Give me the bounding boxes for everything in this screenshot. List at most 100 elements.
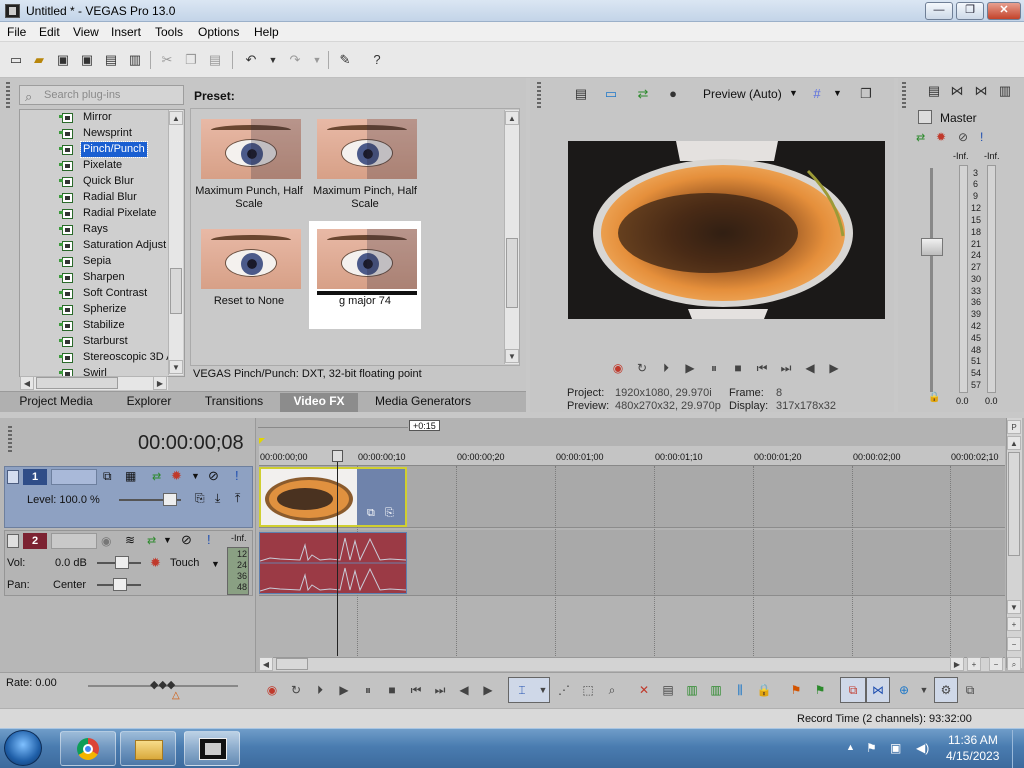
- track-routing-icon[interactable]: ⇄: [147, 534, 156, 547]
- event-pan-crop-icon[interactable]: ⧉: [367, 507, 375, 520]
- scroll-up-arrow[interactable]: ▲: [505, 111, 519, 125]
- go-to-end-button[interactable]: ⏭: [432, 682, 448, 698]
- hscrollbar-thumb[interactable]: [276, 658, 308, 670]
- close-button[interactable]: ✕: [987, 2, 1021, 20]
- invert-phase-icon[interactable]: ≋: [125, 533, 135, 547]
- meters-icon[interactable]: ▥: [996, 82, 1014, 100]
- audio-event-clip[interactable]: [259, 532, 407, 594]
- undo-dropdown-icon[interactable]: ▼: [264, 51, 282, 69]
- taskbar-explorer[interactable]: [120, 731, 176, 766]
- maximize-button[interactable]: ❐: [956, 2, 984, 20]
- plugin-item[interactable]: Sharpen: [20, 270, 170, 286]
- go-to-end-button[interactable]: ⏭: [778, 360, 794, 376]
- preset-thumbnail[interactable]: Reset to None: [193, 221, 305, 325]
- chevron-down-icon[interactable]: ▼: [211, 559, 220, 569]
- menu-insert[interactable]: Insert: [111, 25, 141, 39]
- timeline-options-icon[interactable]: P: [1007, 420, 1021, 434]
- track-routing-icon[interactable]: ⇄: [152, 470, 161, 483]
- loop-playback-button[interactable]: ↻: [634, 360, 650, 376]
- play-button[interactable]: ▶: [336, 682, 352, 698]
- track-fx-bypass-icon[interactable]: ⎘: [195, 491, 205, 506]
- track-name-field[interactable]: [51, 533, 97, 549]
- zoom-tool-icon[interactable]: ⌕: [1007, 657, 1021, 671]
- clock-time[interactable]: 11:36 AM: [948, 733, 998, 747]
- previous-frame-button[interactable]: ◀: [456, 682, 472, 698]
- show-hidden-icons[interactable]: ▲: [846, 742, 855, 752]
- move-down-icon[interactable]: ⤓: [215, 491, 220, 506]
- hscrollbar-thumb[interactable]: [36, 377, 118, 389]
- redo-dropdown-icon[interactable]: ▼: [308, 51, 326, 69]
- plugin-item[interactable]: Rays: [20, 222, 170, 238]
- start-button[interactable]: [4, 730, 42, 766]
- lock-icon[interactable]: 🔒: [756, 682, 772, 698]
- tab-video-fx[interactable]: Video FX: [280, 393, 358, 412]
- chevron-down-icon[interactable]: ▼: [163, 535, 172, 545]
- track-motion-icon[interactable]: ⧉: [103, 469, 112, 484]
- record-button[interactable]: ◉: [264, 682, 280, 698]
- split-screen-icon[interactable]: ⇄: [634, 85, 652, 103]
- loop-playback-button[interactable]: ↻: [288, 682, 304, 698]
- menu-tools[interactable]: Tools: [155, 25, 183, 39]
- stop-button[interactable]: ■: [730, 360, 746, 376]
- external-monitor-icon[interactable]: ▭: [602, 85, 620, 103]
- volume-icon[interactable]: ◀): [916, 741, 929, 755]
- show-desktop-button[interactable]: [1012, 730, 1024, 768]
- minimize-button[interactable]: —: [925, 2, 953, 20]
- preset-scrollbar[interactable]: [504, 110, 519, 364]
- next-frame-button[interactable]: ▶: [480, 682, 496, 698]
- track-fx-icon[interactable]: ✹: [171, 468, 182, 484]
- mute-icon[interactable]: ⊘: [958, 130, 968, 144]
- copy-icon[interactable]: ❐: [182, 51, 200, 69]
- render-icon[interactable]: ▤: [102, 51, 120, 69]
- track-name-field[interactable]: [51, 469, 97, 485]
- zoom-in-horizontal-button[interactable]: +: [967, 657, 981, 671]
- downmix-icon[interactable]: ⋈: [948, 82, 966, 100]
- properties-icon[interactable]: ▥: [126, 51, 144, 69]
- plugin-item[interactable]: Spherize: [20, 302, 170, 318]
- insert-region-icon[interactable]: ⚑: [812, 682, 828, 698]
- scroll-left-arrow[interactable]: ◀: [20, 376, 34, 390]
- lock-icon[interactable]: 🔒: [928, 392, 940, 403]
- previous-frame-button[interactable]: ◀: [802, 360, 818, 376]
- menu-edit[interactable]: Edit: [39, 25, 60, 39]
- taskbar-vegas[interactable]: [184, 731, 240, 766]
- delete-icon[interactable]: ✕: [636, 682, 652, 698]
- trim-end-icon[interactable]: ▥: [708, 682, 724, 698]
- video-output-fx-icon[interactable]: ▤: [572, 85, 590, 103]
- whats-this-help-icon[interactable]: ?: [368, 51, 386, 69]
- preset-thumbnail[interactable]: Maximum Punch, Half Scale: [193, 111, 305, 215]
- routing-icon[interactable]: ⇄: [916, 131, 925, 144]
- arm-record-icon[interactable]: ◉: [101, 534, 111, 548]
- record-button[interactable]: ◉: [610, 360, 626, 376]
- plugin-item[interactable]: Quick Blur: [20, 174, 170, 190]
- scroll-down-arrow[interactable]: ▼: [169, 360, 183, 374]
- go-to-start-button[interactable]: ⏮: [408, 682, 424, 698]
- plugin-item[interactable]: Mirror: [20, 110, 170, 126]
- vegas-app-icon[interactable]: [5, 4, 20, 18]
- enable-snapping-icon[interactable]: ✎: [336, 51, 354, 69]
- zoom-out-horizontal-button[interactable]: −: [989, 657, 1003, 671]
- save-as-icon[interactable]: ▣: [78, 51, 96, 69]
- dim-output-icon[interactable]: ⋈: [972, 82, 990, 100]
- menu-help[interactable]: Help: [254, 25, 279, 39]
- master-fx-checkbox[interactable]: [918, 110, 932, 124]
- paste-icon[interactable]: ▤: [206, 51, 224, 69]
- pause-button[interactable]: ⏸: [706, 360, 722, 376]
- compositing-mode-icon[interactable]: ▦: [125, 469, 136, 483]
- solo-icon[interactable]: !: [980, 130, 983, 144]
- volume-slider-knob[interactable]: [115, 556, 129, 569]
- video-event-clip[interactable]: ⧉ ⎘: [259, 467, 407, 527]
- solo-icon[interactable]: !: [207, 532, 211, 547]
- undo-icon[interactable]: ↶: [242, 51, 260, 69]
- mute-icon[interactable]: ⊘: [181, 532, 192, 548]
- level-slider-knob[interactable]: [163, 493, 177, 506]
- taskbar-chrome[interactable]: [60, 731, 116, 766]
- selection-tool-icon[interactable]: ⬚: [580, 682, 596, 698]
- move-up-icon[interactable]: ⤒: [235, 491, 240, 506]
- preset-thumbnail[interactable]: Maximum Pinch, Half Scale: [309, 111, 421, 215]
- panel-grip[interactable]: [6, 82, 10, 110]
- marker-flag-icon[interactable]: [259, 438, 265, 444]
- redo-icon[interactable]: ↷: [286, 51, 304, 69]
- plugin-item[interactable]: Sepia: [20, 254, 170, 270]
- network-icon[interactable]: ▣: [890, 741, 901, 755]
